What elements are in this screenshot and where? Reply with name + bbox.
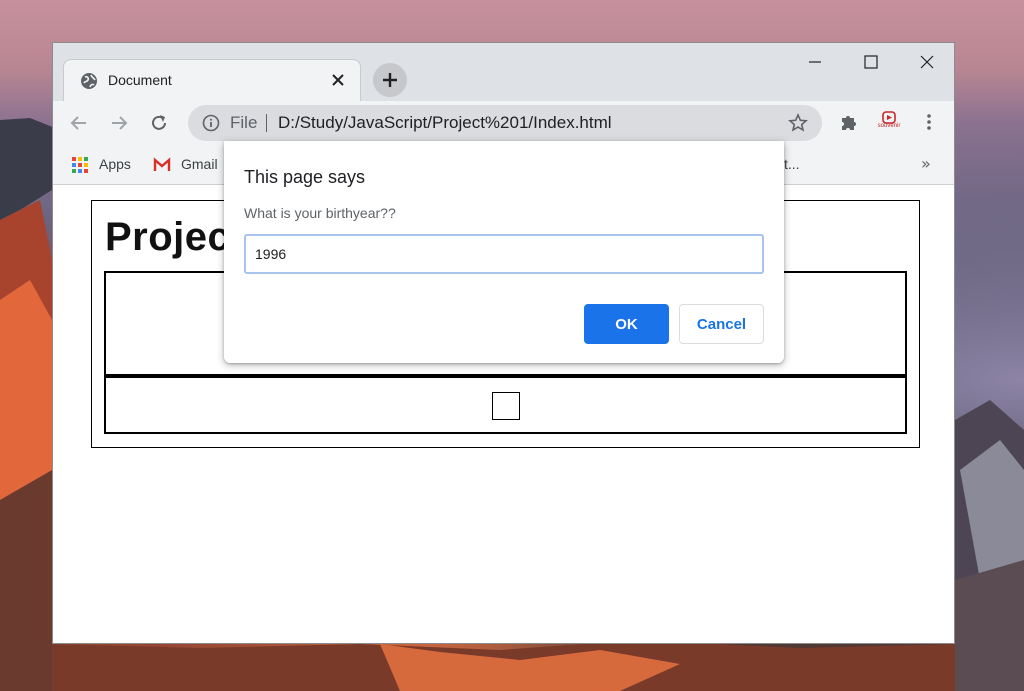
maximize-button[interactable]	[851, 49, 891, 75]
minimize-button[interactable]	[795, 49, 835, 75]
souvenir-label: souvenir	[877, 123, 901, 129]
gmail-icon	[153, 157, 171, 171]
address-separator	[266, 114, 267, 132]
birthyear-input[interactable]	[244, 234, 764, 274]
extensions-puzzle-icon[interactable]	[839, 112, 859, 132]
info-icon[interactable]	[202, 114, 220, 132]
close-icon[interactable]	[330, 72, 346, 88]
ok-button[interactable]: OK	[584, 304, 669, 344]
browser-toolbar: File D:/Study/JavaScript/Project%201/Ind…	[53, 101, 954, 145]
plus-icon	[383, 73, 397, 87]
bookmark-apps-label: Apps	[99, 156, 131, 172]
tab-document[interactable]: Document	[63, 59, 361, 101]
apps-grid-icon	[72, 157, 88, 173]
tab-title: Document	[108, 72, 172, 88]
cancel-button[interactable]: Cancel	[679, 304, 764, 344]
address-bar[interactable]: File D:/Study/JavaScript/Project%201/Ind…	[188, 105, 822, 141]
star-icon[interactable]	[788, 113, 808, 133]
forward-arrow-icon[interactable]	[109, 113, 129, 133]
content-box-bottom	[104, 376, 907, 434]
tab-strip: Document	[53, 43, 954, 101]
more-menu-icon[interactable]	[919, 112, 939, 132]
dialog-message: What is your birthyear??	[244, 205, 396, 221]
scheme-label: File	[230, 113, 258, 132]
globe-icon	[81, 73, 97, 89]
empty-square-box	[492, 392, 520, 420]
souvenir-extension-icon[interactable]: souvenir	[873, 110, 905, 134]
back-arrow-icon[interactable]	[69, 113, 89, 133]
reload-icon[interactable]	[149, 113, 169, 133]
prompt-dialog: This page says What is your birthyear?? …	[224, 141, 784, 363]
bookmarks-overflow-chevron-icon[interactable]: »	[921, 154, 931, 173]
new-tab-button[interactable]	[373, 63, 407, 97]
window-close-button[interactable]	[907, 49, 947, 75]
dialog-title: This page says	[244, 167, 366, 187]
bookmark-gmail-label: Gmail	[181, 156, 218, 172]
url-text[interactable]: D:/Study/JavaScript/Project%201/Index.ht…	[278, 113, 612, 133]
bookmark-partial-label[interactable]: t...	[784, 156, 800, 172]
